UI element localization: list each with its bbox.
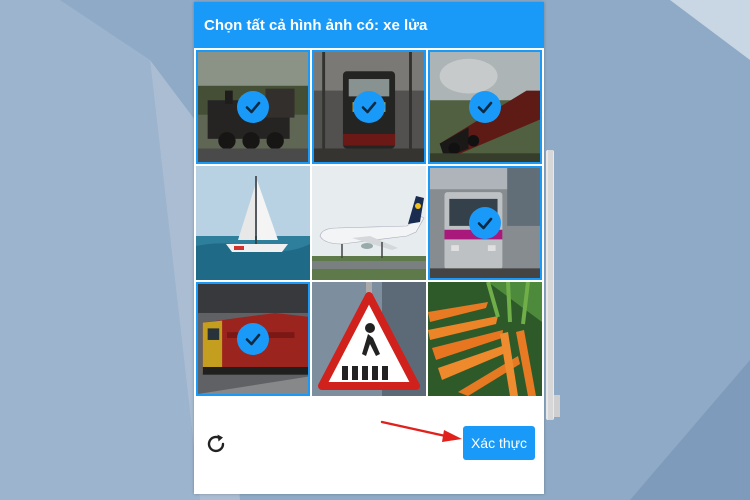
airplane-image [312,166,426,280]
check-icon [237,91,269,123]
tile-airplane[interactable] [312,166,426,280]
scrollbar-thumb[interactable] [548,150,553,420]
background-shape [670,0,750,60]
check-icon [469,91,501,123]
pedestrian-sign-image [312,282,426,396]
scrollbar-end [554,395,560,417]
refresh-icon[interactable] [204,432,228,456]
tile-pedestrian-crossing-sign[interactable] [312,282,426,396]
check-icon [237,323,269,355]
captcha-title: Chọn tất cả hình ảnh có: xe lửa [204,16,428,34]
captcha-header: Chọn tất cả hình ảnh có: xe lửa [194,2,544,48]
tile-steam-train-in-forest[interactable] [428,50,542,164]
tile-steam-train-locomotive[interactable] [196,50,310,164]
background-shape [630,360,750,500]
tile-train-front-view[interactable] [312,50,426,164]
image-grid [194,48,544,396]
carrots-image [428,282,542,396]
sailboat-image [196,166,310,280]
tile-diesel-locomotive[interactable] [196,282,310,396]
check-icon [469,207,501,239]
annotation-arrow-icon [380,420,462,442]
captcha-footer: Xác thực [194,396,544,494]
tile-sailboat[interactable] [196,166,310,280]
check-icon [353,91,385,123]
tile-commuter-train[interactable] [428,166,542,280]
captcha-widget: Chọn tất cả hình ảnh có: xe lửa Xác thực [194,2,544,494]
verify-button[interactable]: Xác thực [463,426,535,460]
tile-carrots[interactable] [428,282,542,396]
